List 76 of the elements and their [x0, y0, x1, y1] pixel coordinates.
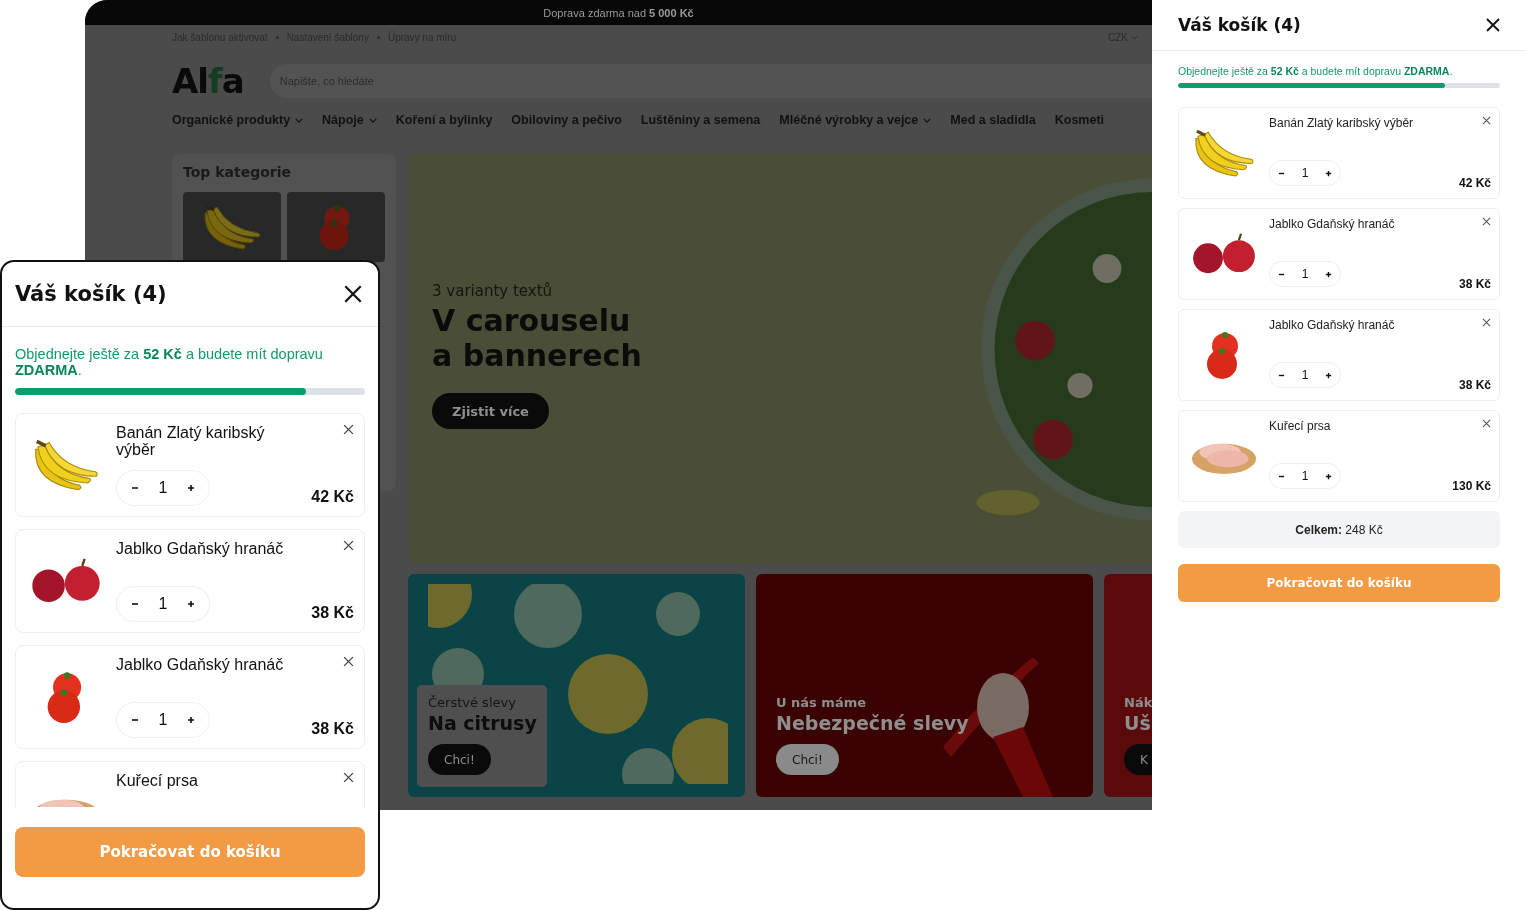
remove-button[interactable] [1482, 318, 1491, 327]
increase-button[interactable] [187, 484, 195, 492]
product-name: Banán Zlatý karibský výběr [116, 424, 266, 458]
banner-button[interactable]: K [1124, 744, 1152, 775]
banner-button[interactable]: Chci! [428, 744, 491, 775]
close-button[interactable] [1486, 18, 1500, 32]
category-menu-item[interactable]: Obiloviny a pečivo [511, 113, 622, 127]
banner-kicker: U nás máme [776, 695, 868, 710]
banner-title: Na citrusy [428, 712, 537, 734]
increase-button[interactable] [1325, 371, 1332, 379]
remove-button[interactable] [343, 656, 354, 667]
total-text: Celkem: 248 Kč [1295, 522, 1383, 537]
product-name: Kuřecí prsa [1269, 419, 1331, 433]
hero-kicker: 3 varianty textů [432, 282, 554, 300]
quantity-value: 1 [1301, 368, 1309, 382]
remove-button[interactable] [1482, 116, 1491, 125]
category-menu-item[interactable]: Nápoje [322, 113, 377, 127]
category-menu-item[interactable]: Organické produkty [172, 113, 304, 127]
banner-title: Nebezpečné slevy [776, 712, 969, 734]
category-menu-item[interactable]: Mléčné výrobky a vejce [779, 113, 932, 127]
product-name: Jablko Gdaňský hranáč [116, 540, 284, 557]
item-price: 38 Kč [1458, 277, 1491, 291]
banner-kicker: Čerstvé slevy [428, 695, 517, 710]
checkout-button[interactable]: Pokračovat do košíku [1178, 564, 1500, 602]
item-price: 38 Kč [1458, 378, 1491, 392]
category-menu-item[interactable]: Med a sladidla [950, 113, 1036, 127]
product-name: Kuřecí prsa [116, 772, 198, 789]
free-shipping-message: Objednejte ještě za 52 Kč a budete mít dopravu ZDARMA. [1178, 65, 1454, 77]
category-menu-item[interactable]: Luštěniny a semena [640, 113, 761, 127]
item-price: 38 Kč [311, 604, 354, 622]
quantity-value: 1 [158, 479, 168, 497]
quantity-value: 1 [1301, 267, 1309, 281]
cart-title: Váš košík (4) [15, 282, 167, 306]
remove-button[interactable] [343, 772, 354, 783]
announcement-text: Doprava zdarma nad 5 000 Kč [543, 6, 694, 19]
free-shipping-message: Objednejte ještě za 52 Kč a budete mít dopravu ZDARMA. [15, 346, 324, 378]
quantity-value: 1 [158, 595, 168, 613]
increase-button[interactable] [1325, 169, 1332, 177]
product-name: Jablko Gdaňský hranáč [116, 656, 284, 673]
item-price: 38 Kč [311, 720, 354, 738]
chevron-down-icon [295, 117, 304, 123]
product-name: Jablko Gdaňský hranáč [1269, 318, 1395, 332]
product-name: Jablko Gdaňský hranáč [1269, 217, 1395, 231]
category-menu-item[interactable]: Kosmeti [1054, 113, 1105, 127]
banner-title: Uš [1124, 712, 1152, 734]
chevron-down-icon [923, 117, 932, 123]
close-button[interactable] [344, 285, 362, 303]
chevron-down-icon [368, 117, 377, 123]
quantity-value: 1 [1301, 166, 1309, 180]
learn-more-button[interactable]: Zjistit více [432, 393, 549, 429]
banner-kicker: Nák [1124, 695, 1152, 710]
product-name: Banán Zlatý karibský výběr [1269, 116, 1414, 130]
item-price: 130 Kč [1452, 479, 1491, 493]
remove-button[interactable] [1482, 217, 1491, 226]
increase-button[interactable] [187, 600, 195, 608]
section-title: Top kategorie [183, 164, 292, 180]
increase-button[interactable] [1325, 270, 1332, 278]
decrease-button[interactable] [131, 484, 139, 492]
increase-button[interactable] [187, 716, 195, 724]
quantity-value: 1 [158, 711, 168, 729]
cart-title: Váš košík (4) [1178, 15, 1301, 35]
decrease-button[interactable] [131, 716, 139, 724]
checkout-button[interactable]: Pokračovat do košíku [15, 827, 365, 877]
remove-button[interactable] [343, 540, 354, 551]
quantity-value: 1 [1301, 469, 1309, 483]
item-price: 42 Kč [311, 488, 354, 506]
category-menu-item[interactable]: Koření a bylinky [395, 113, 493, 127]
decrease-button[interactable] [131, 600, 139, 608]
item-price: 42 Kč [1458, 176, 1491, 190]
category-tile[interactable] [183, 192, 281, 262]
remove-button[interactable] [1482, 419, 1491, 428]
banner-button[interactable]: Chci! [776, 744, 839, 775]
remove-button[interactable] [343, 424, 354, 435]
increase-button[interactable] [1325, 472, 1332, 480]
hero-title: V carouselu a bannerech [432, 303, 642, 373]
category-tile[interactable] [287, 192, 385, 262]
